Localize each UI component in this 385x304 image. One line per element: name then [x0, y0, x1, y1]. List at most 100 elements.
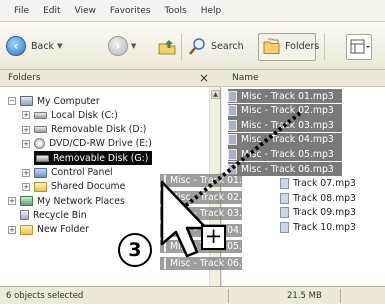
cd-drive-icon — [34, 138, 45, 150]
mp3-file-icon — [228, 119, 237, 131]
back-arrow-icon: ‹ — [6, 36, 26, 56]
menu-bar: File Edit View Favorites Tools Help — [0, 0, 385, 22]
back-button[interactable]: ‹ Back ▼ — [6, 36, 62, 56]
tree-item[interactable]: + Shared Docume — [22, 180, 125, 194]
tree-item[interactable]: Removable Disk (G:) — [34, 151, 153, 166]
folder-icon — [34, 181, 47, 192]
recycle-bin-icon — [20, 210, 29, 221]
tree-item[interactable]: + Control Panel — [22, 166, 113, 180]
mp3-file-icon — [280, 207, 289, 219]
forward-button[interactable]: › ▼ — [108, 36, 136, 56]
file-row[interactable]: Misc - Track 02.mp3 — [228, 103, 342, 118]
computer-icon — [20, 96, 33, 106]
mp3-file-icon — [228, 134, 237, 146]
menu-favorites[interactable]: Favorites — [110, 6, 151, 16]
drive-icon — [34, 111, 47, 119]
search-button[interactable]: Search — [188, 36, 244, 56]
expand-icon[interactable]: + — [22, 168, 30, 177]
status-size: 21.5 MB — [287, 291, 322, 301]
file-row[interactable]: Misc - Track 05.mp3 — [228, 147, 342, 162]
expand-icon[interactable]: + — [22, 111, 30, 120]
tree-item-label: My Network Places — [37, 195, 125, 207]
file-name: Misc - Track 02.mp3 — [241, 105, 334, 117]
drive-icon — [34, 126, 47, 134]
tree-item[interactable]: + DVD/CD-RW Drive (E:) — [22, 137, 152, 151]
up-folder-icon — [158, 40, 176, 55]
tree-item[interactable]: + Local Disk (C:) — [22, 108, 118, 122]
file-list-pane: Name Misc - Track 01.mp3 Misc - Track 02.… — [222, 70, 385, 286]
file-row[interactable]: Track 10.mp3 — [280, 220, 356, 234]
expand-icon[interactable]: + — [22, 125, 30, 134]
file-row[interactable]: Track 08.mp3 — [280, 191, 356, 205]
file-name: Track 07.mp3 — [293, 178, 356, 190]
tree-item[interactable]: Recycle Bin — [8, 208, 87, 222]
tree-item[interactable]: + My Network Places — [8, 194, 125, 208]
expand-icon[interactable]: + — [8, 225, 16, 234]
folder-icon — [20, 224, 33, 235]
search-label: Search — [211, 40, 244, 52]
close-icon[interactable]: × — [199, 71, 209, 85]
folders-button-content[interactable]: Folders — [262, 36, 319, 56]
collapse-icon[interactable]: − — [8, 97, 16, 105]
forward-arrow-icon: › — [108, 36, 128, 56]
status-selection-count: 6 objects selected — [6, 291, 84, 301]
folders-pane-title: Folders — [8, 73, 41, 83]
tree-item-label: Local Disk (C:) — [51, 109, 118, 121]
file-name: Misc - Track 04.mp3 — [241, 134, 334, 146]
up-folder-button[interactable] — [157, 36, 177, 56]
views-icon — [350, 39, 370, 54]
tree-item-label: New Folder — [37, 224, 89, 236]
control-panel-icon — [34, 167, 47, 178]
scroll-up-icon[interactable]: ▲ — [211, 90, 220, 99]
back-label: Back — [31, 40, 55, 52]
tree-item-label: My Computer — [37, 95, 100, 107]
expand-icon[interactable]: + — [22, 139, 30, 148]
file-row[interactable]: Misc - Track 06.mp3 — [228, 162, 342, 176]
mp3-file-icon — [228, 163, 237, 175]
views-button[interactable] — [346, 34, 372, 60]
tree-item[interactable]: − My Computer — [8, 94, 100, 108]
step-number-badge: 3 — [118, 233, 152, 267]
mp3-file-icon — [280, 192, 289, 204]
tree-item-label: Control Panel — [51, 167, 113, 178]
tree-item[interactable]: + New Folder — [8, 223, 89, 237]
menu-tools[interactable]: Tools — [165, 6, 187, 16]
expand-icon[interactable]: + — [8, 197, 16, 206]
file-row[interactable]: Misc - Track 03.mp3 — [228, 118, 342, 133]
toolbar-separator — [181, 34, 182, 60]
menu-view[interactable]: View — [75, 6, 96, 16]
menu-edit[interactable]: Edit — [43, 6, 60, 16]
menu-file[interactable]: File — [14, 6, 29, 16]
drive-icon — [36, 154, 49, 162]
file-row[interactable]: Misc - Track 01.mp3 — [228, 89, 342, 103]
folders-pane-header: Folders × — [0, 70, 221, 87]
folders-scrollbar[interactable]: ▲ — [209, 87, 220, 286]
file-row[interactable]: Track 07.mp3 — [280, 177, 356, 191]
folders-label: Folders — [285, 40, 320, 52]
name-column-header[interactable]: Name — [232, 73, 259, 83]
expand-icon[interactable]: + — [22, 182, 30, 191]
menu-help[interactable]: Help — [201, 6, 222, 16]
back-dropdown-icon[interactable]: ▼ — [57, 42, 62, 50]
file-name: Track 10.mp3 — [293, 221, 356, 233]
toolbar-separator — [324, 34, 325, 60]
status-divider — [340, 289, 341, 303]
tree-item-label: Recycle Bin — [33, 209, 87, 221]
folders-pane: Folders × − My Computer + Local Disk (C:) + R… — [0, 70, 221, 286]
tree-item-label: DVD/CD-RW Drive (E:) — [49, 138, 152, 150]
mp3-file-icon — [228, 90, 237, 102]
file-name: Misc - Track 06.mp3 — [241, 163, 334, 175]
mp3-file-icon — [280, 178, 289, 190]
search-icon — [189, 38, 205, 55]
file-name: Track 08.mp3 — [293, 192, 356, 204]
mp3-file-icon — [228, 148, 237, 160]
forward-dropdown-icon[interactable]: ▼ — [131, 42, 136, 50]
file-name: Misc - Track 03.mp3 — [241, 119, 334, 131]
tree-item-label: Removable Disk (D:) — [51, 124, 147, 136]
column-header[interactable]: Name — [222, 70, 385, 87]
file-row[interactable]: Misc - Track 04.mp3 — [228, 132, 342, 147]
toolbar: ‹ Back ▼ › ▼ Search Folders — [0, 22, 385, 70]
status-divider — [228, 289, 229, 303]
tree-item[interactable]: + Removable Disk (D:) — [22, 123, 146, 137]
file-row[interactable]: Track 09.mp3 — [280, 206, 356, 220]
